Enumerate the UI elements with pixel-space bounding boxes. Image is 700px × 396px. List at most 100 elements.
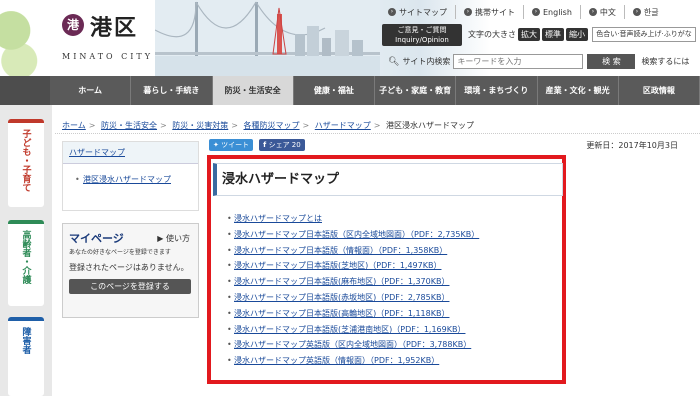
tweet-label: ツイート [221, 141, 250, 149]
crumb-separator: > [373, 121, 381, 130]
crumb-current: 港区浸水ハザードマップ [386, 121, 475, 130]
top-links: › サイトマップ › 携帯サイト › English › 中文 › 한글 [380, 5, 700, 19]
site-logo-subtitle: MINATO CITY [62, 52, 154, 61]
crumb-hazard-map[interactable]: ハザードマップ [315, 121, 371, 130]
search-input[interactable] [453, 54, 584, 69]
nav-spacer [0, 76, 50, 105]
list-item: 浸水ハザードマップ日本語版(赤坂地区)（PDF：2,785KB） [227, 290, 479, 306]
sitemap-link[interactable]: › サイトマップ [380, 5, 456, 19]
korean-label: 한글 [643, 7, 659, 17]
nav-children[interactable]: 子ども・家庭・教育 [375, 76, 457, 105]
crumb-disaster-maps[interactable]: 各種防災マップ [244, 121, 300, 130]
updated-date: 更新日：2017年10月3日 [586, 141, 678, 150]
sub-menu-item: 港区浸水ハザードマップ [63, 164, 198, 185]
sub-menu: ハザードマップ 港区浸水ハザードマップ [62, 141, 199, 211]
inquiry-button[interactable]: ご意見・ご質問 Inquiry/Opinion [382, 24, 462, 46]
font-standard-button[interactable]: 標準 [542, 28, 564, 41]
hazard-map-link[interactable]: 浸水ハザードマップ英語版（情報面）（PDF：1,952KB） [234, 356, 439, 365]
site-header: 港 港区 MINATO CITY › サイトマップ › 携帯サイト › English… [0, 0, 700, 76]
nav-home[interactable]: ホーム [50, 76, 132, 105]
list-item: 浸水ハザードマップ日本語版(芝浦港南地区)（PDF：1,169KB） [227, 322, 479, 338]
sub-menu-title: ハザードマップ [63, 142, 198, 164]
nav-industry[interactable]: 産業・文化・観光 [538, 76, 619, 105]
search-help-link[interactable]: 検索するには [641, 56, 689, 67]
inquiry-label-en: Inquiry/Opinion [395, 36, 449, 44]
search-label: サイト内検索 [402, 57, 451, 66]
leaf-decoration [0, 0, 55, 76]
hazard-map-link[interactable]: 浸水ハザードマップとは [234, 214, 322, 223]
site-logo-text[interactable]: 港区 [90, 10, 138, 42]
facebook-share-label: シェア 20 [268, 141, 301, 149]
tab-disability-label: 障害者 [20, 327, 31, 354]
font-enlarge-button[interactable]: 拡大 [518, 28, 540, 41]
hazard-map-link[interactable]: 浸水ハザードマップ日本語版(芝地区)（PDF：1,497KB） [234, 261, 441, 270]
facebook-share-button[interactable]: f シェア 20 [259, 139, 305, 151]
list-item: 浸水ハザードマップ日本語版(高輪地区)（PDF：1,118KB） [227, 306, 479, 322]
sitemap-icon: › [388, 8, 396, 16]
breadcrumb: ホーム > 防災・生活安全 > 防災・災害対策 > 各種防災マップ > ハザードマップ >… [62, 120, 474, 131]
hazard-map-link[interactable]: 浸水ハザードマップ英語版（区内全域地図面）（PDF：3,788KB） [234, 340, 471, 349]
mypage-panel: マイページ ▶ 使い方 あなたの好きなページを登録できます 登録されたページはあ… [62, 223, 199, 318]
list-item: 浸水ハザードマップとは [227, 211, 479, 227]
tab-children-label: 子ども・子育て [20, 129, 31, 192]
crumb-separator: > [160, 121, 167, 130]
sitemap-label: サイトマップ [399, 7, 447, 17]
hazard-map-link[interactable]: 浸水ハザードマップ日本語版(赤坂地区)（PDF：2,785KB） [234, 293, 449, 302]
hazard-map-link[interactable]: 浸水ハザードマップ日本語版(麻布地区)（PDF：1,370KB） [234, 277, 449, 286]
chevron-right-icon: ▶ [157, 234, 166, 243]
share-buttons: ✦ ツイート f シェア 20 [209, 139, 305, 151]
mobile-site-link[interactable]: › 携帯サイト [456, 5, 524, 19]
crumb-home[interactable]: ホーム [62, 121, 86, 130]
mobile-icon: › [464, 8, 472, 16]
global-nav: ホーム 暮らし・手続き 防災・生活安全 健康・福祉 子ども・家庭・教育 環境・ま… [0, 76, 700, 105]
nav-government[interactable]: 区政情報 [619, 76, 700, 105]
crumb-separator: > [302, 121, 310, 130]
sub-menu-title-link[interactable]: ハザードマップ [69, 148, 125, 157]
list-item: 浸水ハザードマップ日本語版（情報面）（PDF：1,358KB） [227, 243, 479, 259]
list-item: 浸水ハザードマップ日本語版（区内全域地図面）（PDF：2,735KB） [227, 227, 479, 243]
font-size-controls: 文字の大きさ 拡大 標準 縮小 [468, 28, 588, 41]
accessibility-button[interactable]: 色合い·音声読み上げ·ふりがな [592, 27, 696, 42]
font-shrink-button[interactable]: 縮小 [566, 28, 588, 41]
nav-environment[interactable]: 環境・まちづくり [456, 76, 538, 105]
rainbow-bridge-illustration [155, 0, 380, 76]
korean-link[interactable]: › 한글 [625, 5, 667, 19]
register-page-button[interactable]: このページを登録する [69, 279, 191, 294]
crumb-separator: > [231, 121, 238, 130]
search-button[interactable]: 検 索 [587, 54, 636, 69]
breadcrumb-divider [55, 133, 700, 134]
hazard-map-link[interactable]: 浸水ハザードマップ日本語版(芝浦港南地区)（PDF：1,169KB） [234, 325, 465, 334]
life-stage-tabs: 子ども・子育て 高齢者・介護 障害者 [0, 105, 52, 396]
site-search: 🔍︎ サイト内検索 検 索 検索するには [388, 54, 689, 69]
tab-elderly-label: 高齢者・介護 [20, 230, 31, 284]
crumb-separator: > [88, 121, 96, 130]
font-size-label: 文字の大きさ [468, 30, 516, 39]
mypage-subtitle: あなたの好きなページを登録できます [69, 249, 171, 256]
list-item: 浸水ハザードマップ日本語版(麻布地区)（PDF：1,370KB） [227, 274, 479, 290]
hazard-map-link-list: 浸水ハザードマップとは 浸水ハザードマップ日本語版（区内全域地図面）（PDF：2… [227, 211, 479, 369]
tab-children[interactable]: 子ども・子育て [8, 119, 44, 207]
nav-living[interactable]: 暮らし・手続き [131, 76, 213, 105]
crumb-disaster-measures[interactable]: 防災・災害対策 [172, 121, 228, 130]
globe-icon: › [588, 8, 597, 16]
english-label: English [543, 7, 572, 17]
nav-disaster-safety[interactable]: 防災・生活安全 [212, 76, 294, 105]
hazard-map-link[interactable]: 浸水ハザードマップ日本語版（区内全域地図面）（PDF：2,735KB） [234, 230, 479, 239]
tweet-button[interactable]: ✦ ツイート [209, 139, 254, 151]
mypage-empty-message: 登録されたページはありません。 [69, 263, 189, 272]
inquiry-label-jp: ご意見・ご質問 [397, 26, 447, 34]
chinese-link[interactable]: › 中文 [581, 5, 625, 19]
sub-menu-item-link[interactable]: 港区浸水ハザードマップ [83, 175, 171, 184]
logo-mark[interactable]: 港 [62, 14, 84, 36]
english-link[interactable]: › English [524, 5, 581, 19]
hazard-map-link[interactable]: 浸水ハザードマップ日本語版(高輪地区)（PDF：1,118KB） [234, 309, 449, 318]
tab-elderly[interactable]: 高齢者・介護 [8, 220, 44, 306]
hazard-map-link[interactable]: 浸水ハザードマップ日本語版（情報面）（PDF：1,358KB） [234, 246, 447, 255]
chinese-label: 中文 [599, 7, 616, 17]
crumb-disaster-safety[interactable]: 防災・生活安全 [101, 121, 157, 130]
tab-disability[interactable]: 障害者 [8, 317, 44, 396]
nav-health[interactable]: 健康・福祉 [294, 76, 375, 105]
mypage-howto-link[interactable]: ▶ 使い方 [157, 233, 190, 244]
list-item: 浸水ハザードマップ英語版（情報面）（PDF：1,952KB） [227, 353, 479, 369]
list-item: 浸水ハザードマップ英語版（区内全域地図面）（PDF：3,788KB） [227, 337, 479, 353]
